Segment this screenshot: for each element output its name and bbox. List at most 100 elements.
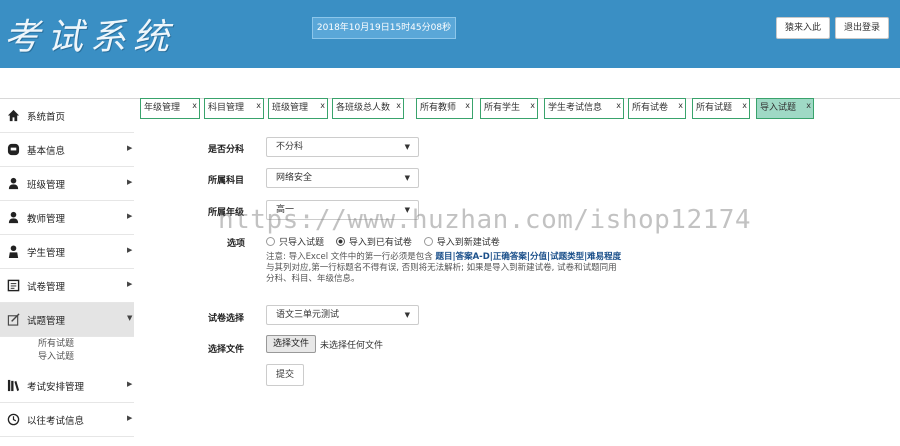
clock-icon bbox=[7, 413, 20, 426]
chevron-right-icon: ▶ bbox=[127, 212, 133, 220]
app-logo: 考试系统 bbox=[4, 17, 177, 58]
tab-label: 学生考试信息 bbox=[548, 103, 603, 113]
sidebar-subitem-import-questions[interactable]: 导入试题 bbox=[38, 349, 74, 362]
chevron-right-icon: ▶ bbox=[127, 380, 133, 388]
import-mode-radios: 只导入试题 导入到已有试卷 导入到新建试卷 bbox=[266, 235, 509, 248]
radio-label: 导入到已有试卷 bbox=[348, 238, 412, 248]
paper-icon bbox=[7, 279, 20, 292]
sidebar-item-label: 学生管理 bbox=[27, 248, 66, 259]
sidebar-item-label: 试卷管理 bbox=[27, 282, 66, 293]
sidebar-item-label: 系统首页 bbox=[27, 112, 66, 123]
sidebar-item-past-exams[interactable]: 以往考试信息 ▶ bbox=[0, 403, 134, 437]
radio-label: 只导入试题 bbox=[279, 238, 325, 248]
file-status: 未选择任何文件 bbox=[320, 341, 384, 351]
subject-select[interactable]: 网络安全 ▼ bbox=[266, 168, 419, 188]
note-text: 与其列对应,第一行标题名不得有误, 否则将无法解析; 如果是导入到新建试卷, 试… bbox=[266, 263, 617, 284]
tab-label: 各班级总人数 bbox=[336, 103, 391, 113]
close-icon[interactable]: x bbox=[742, 96, 747, 115]
tab-label: 导入试题 bbox=[760, 103, 797, 113]
chevron-down-icon: ▼ bbox=[127, 314, 133, 322]
sidebar-item-home[interactable]: 系统首页 bbox=[0, 99, 134, 133]
radio-circle[interactable] bbox=[423, 237, 433, 246]
tab-class-totals[interactable]: 各班级总人数 x bbox=[332, 98, 404, 119]
sidebar-item-label: 考试安排管理 bbox=[27, 382, 85, 393]
sidebar-item-label: 以往考试信息 bbox=[27, 416, 85, 427]
select-value: 语文三单元测试 bbox=[276, 310, 340, 320]
sidebar-subitem-all-questions[interactable]: 所有试题 bbox=[38, 336, 74, 349]
logout-button[interactable]: 退出登录 bbox=[835, 17, 889, 39]
close-icon[interactable]: x bbox=[256, 96, 261, 115]
info-icon bbox=[7, 143, 20, 156]
radio-import-existing[interactable]: 导入到已有试卷 bbox=[335, 237, 412, 248]
sidebar-item-label: 基本信息 bbox=[27, 146, 66, 157]
close-icon[interactable]: x bbox=[678, 96, 683, 115]
options-label: 选项 bbox=[227, 239, 246, 249]
sidebar-item-basic-info[interactable]: 基本信息 ▶ bbox=[0, 133, 134, 167]
caret-down-icon: ▼ bbox=[404, 143, 410, 151]
sidebar-item-questions[interactable]: 试题管理 ▼ bbox=[0, 303, 134, 337]
sidebar-item-paper[interactable]: 试卷管理 ▶ bbox=[0, 269, 134, 303]
current-datetime: 2018年10月19日15时45分08秒 bbox=[312, 17, 456, 39]
choose-file-button[interactable]: 选择文件 bbox=[266, 335, 316, 353]
close-icon[interactable]: x bbox=[465, 96, 470, 115]
tab-grade-management[interactable]: 年级管理 x bbox=[140, 98, 200, 119]
close-icon[interactable]: x bbox=[616, 96, 621, 115]
radio-circle[interactable] bbox=[266, 237, 275, 246]
tab-all-questions[interactable]: 所有试题 x bbox=[692, 98, 750, 119]
sidebar-item-exam-schedule[interactable]: 考试安排管理 ▶ bbox=[0, 369, 134, 403]
sidebar-item-label: 试题管理 bbox=[27, 316, 66, 327]
sidebar-item-teacher[interactable]: 教师管理 ▶ bbox=[0, 201, 134, 235]
close-icon[interactable]: x bbox=[530, 96, 535, 115]
paper-select[interactable]: 语文三单元测试 ▼ bbox=[266, 305, 419, 325]
chevron-right-icon: ▶ bbox=[127, 280, 133, 288]
select-value: 不分科 bbox=[276, 142, 304, 152]
tab-student-exam-info[interactable]: 学生考试信息 x bbox=[544, 98, 624, 119]
tab-label: 所有试题 bbox=[696, 103, 733, 113]
tab-all-papers[interactable]: 所有试卷 x bbox=[628, 98, 686, 119]
chevron-right-icon: ▶ bbox=[127, 246, 133, 254]
sidebar-item-class[interactable]: 班级管理 ▶ bbox=[0, 167, 134, 201]
home-icon bbox=[7, 109, 20, 122]
radio-label: 导入到新建试卷 bbox=[436, 238, 500, 248]
tab-label: 年级管理 bbox=[144, 103, 181, 113]
tab-label: 所有学生 bbox=[484, 103, 521, 113]
sidebar-item-label: 班级管理 bbox=[27, 180, 66, 191]
close-icon[interactable]: x bbox=[806, 96, 811, 115]
chevron-right-icon: ▶ bbox=[127, 144, 133, 152]
tab-all-teachers[interactable]: 所有教师 x bbox=[416, 98, 473, 119]
teacher-icon bbox=[8, 211, 19, 224]
tab-label: 班级管理 bbox=[272, 103, 309, 113]
subject-label: 所属科目 bbox=[208, 176, 245, 186]
note-highlight: 题目|答案A-D|正确答案|分值|试题类型|难易程度 bbox=[435, 252, 622, 262]
score-type-label: 是否分科 bbox=[208, 145, 245, 155]
import-note: 注意: 导入Excel 文件中的第一行必须是包含 题目|答案A-D|正确答案|分… bbox=[266, 252, 622, 285]
submit-button[interactable]: 提交 bbox=[266, 364, 304, 386]
note-text: 注意: 导入Excel 文件中的第一行必须是包含 bbox=[266, 252, 436, 262]
close-icon[interactable]: x bbox=[192, 96, 197, 115]
close-icon[interactable]: x bbox=[320, 96, 325, 115]
score-type-select[interactable]: 不分科 ▼ bbox=[266, 137, 419, 157]
tab-class-management[interactable]: 班级管理 x bbox=[268, 98, 328, 119]
class-icon bbox=[8, 177, 19, 190]
close-icon[interactable]: x bbox=[396, 96, 401, 115]
radio-import-new[interactable]: 导入到新建试卷 bbox=[423, 237, 500, 248]
chevron-right-icon: ▶ bbox=[127, 414, 133, 422]
caret-down-icon: ▼ bbox=[404, 174, 410, 182]
tab-import-questions[interactable]: 导入试题 x bbox=[756, 98, 814, 119]
books-icon bbox=[7, 379, 20, 392]
tab-all-students[interactable]: 所有学生 x bbox=[480, 98, 538, 119]
caret-down-icon: ▼ bbox=[404, 311, 410, 319]
watermark: https://www.huzhan.com/ishop12174 bbox=[218, 205, 752, 235]
sidebar-item-student[interactable]: 学生管理 ▶ bbox=[0, 235, 134, 269]
radio-import-only[interactable]: 只导入试题 bbox=[266, 237, 325, 248]
radio-circle-checked[interactable] bbox=[335, 237, 345, 246]
tab-subject-management[interactable]: 科目管理 x bbox=[204, 98, 264, 119]
user-button[interactable]: 猿来入此 bbox=[776, 17, 830, 39]
chevron-right-icon: ▶ bbox=[127, 178, 133, 186]
sidebar: 系统首页 基本信息 ▶ 班级管理 ▶ 教师管理 ▶ 学生管理 ▶ 试卷管理 ▶ … bbox=[0, 99, 134, 446]
select-value: 网络安全 bbox=[276, 173, 313, 183]
tab-label: 科目管理 bbox=[208, 103, 245, 113]
file-label: 选择文件 bbox=[208, 345, 245, 355]
tab-label: 所有教师 bbox=[420, 103, 457, 113]
sidebar-item-label: 教师管理 bbox=[27, 214, 66, 225]
